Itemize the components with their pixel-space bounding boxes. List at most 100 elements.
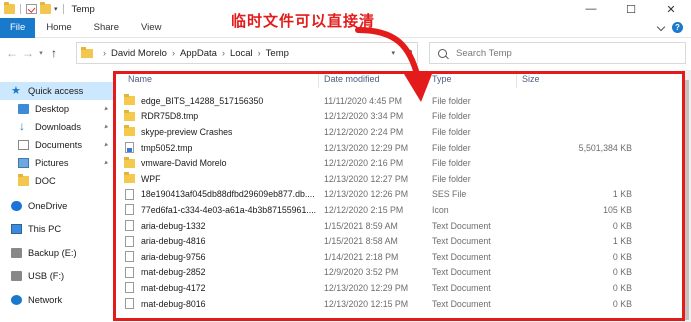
file-size [522, 109, 632, 125]
breadcrumb-separator[interactable]: › [222, 48, 225, 58]
navigation-pane: ★ Quick access Desktop ▾ Downloads ▾ Doc… [0, 70, 114, 322]
pictures-icon [18, 158, 29, 168]
address-bar[interactable]: › David Morelo › AppData › Local › Temp … [76, 42, 418, 64]
maximize-button[interactable]: ☐ [611, 0, 651, 18]
file-row[interactable]: 77ed6fa1-c334-4e03-a61a-4b3b87155961....… [118, 202, 678, 218]
file-row[interactable]: aria-debug-1332 1/15/2021 8:59 AM Text Doc… [118, 218, 678, 234]
sidebar-item-downloads[interactable]: Downloads ▾ [0, 118, 114, 136]
column-header-type[interactable]: Type [432, 70, 452, 88]
column-header-name[interactable]: Name [128, 70, 152, 88]
sidebar-item-usb[interactable]: USB (F:) [0, 267, 114, 285]
sidebar-item-label: Quick access [28, 86, 84, 96]
customize-toolbar-icon[interactable]: ▾ [54, 5, 58, 13]
sidebar-item-this-pc[interactable]: This PC [0, 220, 114, 238]
file-row[interactable]: tmp5052.tmp 12/13/2020 12:29 PM File folde… [118, 140, 678, 156]
folder-icon [124, 94, 135, 106]
tab-file[interactable]: File [0, 17, 36, 38]
file-date: 12/13/2020 12:29 PM [324, 142, 409, 153]
breadcrumb-temp[interactable]: Temp [266, 48, 289, 59]
file-type: File folder [432, 111, 471, 122]
file-name: WPF [141, 173, 161, 184]
new-folder-icon[interactable] [40, 2, 51, 14]
file-name-cell: mat-debug-8016 [124, 296, 320, 312]
file-row[interactable]: aria-debug-9756 1/14/2021 2:18 PM Text Doc… [118, 249, 678, 265]
scrollbar-thumb[interactable] [684, 80, 689, 320]
search-icon [438, 48, 447, 58]
sidebar-item-quick-access[interactable]: ★ Quick access [0, 82, 114, 100]
sidebar-item-onedrive[interactable]: OneDrive [0, 197, 114, 215]
sidebar-item-backup[interactable]: Backup (E:) [0, 244, 114, 262]
file-row[interactable]: mat-debug-4172 12/13/2020 12:29 PM Text Do… [118, 280, 678, 296]
file-row[interactable]: vmware-David Morelo 12/12/2020 2:16 PM Fil… [118, 155, 678, 171]
file-name: aria-debug-9756 [141, 251, 206, 262]
search-input[interactable]: Search Temp [429, 42, 686, 64]
column-divider[interactable] [516, 70, 517, 88]
file-name: vmware-David Morelo [141, 158, 227, 169]
sidebar-item-doc[interactable]: DOC [0, 172, 114, 190]
tab-view[interactable]: View [130, 18, 172, 38]
up-button[interactable]: ↑ [46, 43, 62, 63]
drive-icon [11, 271, 22, 281]
minimize-button[interactable]: — [571, 0, 611, 18]
column-divider[interactable] [426, 70, 427, 88]
sidebar-item-label: Documents [35, 140, 83, 150]
quick-access-toolbar: ▾ [4, 2, 66, 14]
column-header-size[interactable]: Size [522, 70, 540, 88]
column-header-date[interactable]: Date modified [324, 70, 380, 88]
pin-icon: ▾ [102, 141, 110, 150]
vertical-scrollbar[interactable] [682, 70, 691, 322]
properties-icon[interactable] [26, 4, 37, 14]
file-name-cell: 77ed6fa1-c334-4e03-a61a-4b3b87155961.... [124, 202, 320, 218]
close-button[interactable]: ✕ [651, 0, 691, 18]
file-row[interactable]: 18e190413af045db88dfbd29609eb877.db.... 1… [118, 187, 678, 203]
folder-icon[interactable] [4, 2, 15, 14]
file-date: 12/12/2020 2:16 PM [324, 158, 404, 169]
sidebar-item-documents[interactable]: Documents ▾ [0, 136, 114, 154]
chevron-down-icon[interactable] [656, 22, 666, 31]
file-row[interactable]: RDR75D8.tmp 12/12/2020 3:34 PM File folder [118, 109, 678, 125]
file-name: mat-debug-8016 [141, 298, 206, 309]
network-icon [11, 295, 22, 305]
address-dropdown-icon[interactable]: ▾ [391, 49, 395, 57]
file-row[interactable]: skype-preview Crashes 12/12/2020 2:24 PM F… [118, 124, 678, 140]
file-icon [125, 266, 134, 278]
breadcrumb-separator[interactable]: › [258, 48, 261, 58]
column-divider[interactable] [318, 70, 319, 88]
drive-icon [11, 248, 22, 258]
window-title: Temp [71, 3, 95, 15]
sidebar-item-network[interactable]: Network [0, 291, 114, 309]
file-type: Text Document [432, 282, 491, 293]
file-icon [125, 298, 134, 310]
breadcrumb-local[interactable]: Local [230, 48, 253, 59]
file-row[interactable]: mat-debug-8016 12/13/2020 12:15 PM Text Do… [118, 296, 678, 312]
tab-home[interactable]: Home [35, 18, 82, 38]
file-row[interactable]: aria-debug-4816 1/15/2021 8:58 AM Text Doc… [118, 233, 678, 249]
pin-icon: ▾ [102, 105, 110, 114]
sidebar-item-desktop[interactable]: Desktop ▾ [0, 100, 114, 118]
file-name-cell: 18e190413af045db88dfbd29609eb877.db.... [124, 187, 320, 203]
pin-icon: ▾ [102, 159, 110, 168]
sidebar-item-pictures[interactable]: Pictures ▾ [0, 154, 114, 172]
refresh-icon[interactable]: ↻ [404, 46, 413, 59]
file-row[interactable]: mat-debug-2852 12/9/2020 3:52 PM Text Docu… [118, 265, 678, 281]
forward-button[interactable]: → [20, 43, 36, 63]
file-icon [125, 204, 134, 216]
back-button[interactable]: ← [4, 43, 20, 63]
window-controls: — ☐ ✕ [571, 0, 691, 18]
document-icon [18, 140, 29, 150]
file-type: File folder [432, 158, 471, 169]
download-icon [18, 119, 29, 133]
pc-icon [11, 224, 22, 234]
file-row[interactable]: WPF 12/13/2020 12:27 PM File folder [118, 171, 678, 187]
file-row[interactable]: edge_BITS_14288_517156350 11/11/2020 4:45… [118, 93, 678, 109]
file-icon [125, 188, 134, 200]
breadcrumb-david-morelo[interactable]: David Morelo [111, 48, 167, 59]
breadcrumb-appdata[interactable]: AppData [180, 48, 217, 59]
tab-share[interactable]: Share [83, 18, 130, 38]
file-size [522, 124, 632, 140]
recent-locations-button[interactable]: ▾ [36, 43, 46, 63]
breadcrumb-separator[interactable]: › [172, 48, 175, 58]
file-icon [125, 220, 134, 232]
file-name: mat-debug-2852 [141, 267, 206, 278]
help-icon[interactable]: ? [672, 22, 683, 33]
